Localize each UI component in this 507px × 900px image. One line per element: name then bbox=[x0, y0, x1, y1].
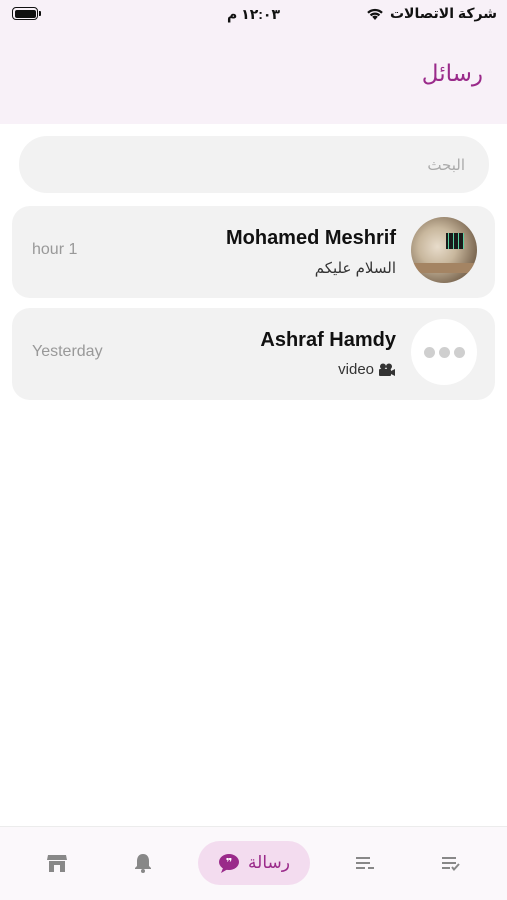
list-icon bbox=[356, 857, 374, 869]
tab-messages[interactable]: ❞ رسالة bbox=[198, 841, 310, 885]
tab-list[interactable] bbox=[348, 841, 382, 885]
message-preview-text: video bbox=[338, 361, 374, 378]
contact-name: Mohamed Meshrif bbox=[225, 227, 396, 249]
message-time: hour 1 bbox=[32, 241, 78, 258]
carrier-group: شركة الاتصالات bbox=[366, 5, 497, 22]
page-title: رسائل bbox=[421, 60, 483, 86]
avatar bbox=[411, 217, 477, 283]
wifi-icon bbox=[367, 8, 383, 20]
status-bar: ١٢:٠٣ م شركة الاتصالات bbox=[0, 0, 507, 30]
task-list-icon bbox=[442, 857, 460, 872]
conversation-item[interactable]: Ashraf Hamdy video Yesterday bbox=[12, 308, 495, 400]
default-avatar-icon bbox=[411, 319, 477, 385]
message-time: Yesterday bbox=[32, 343, 103, 360]
message-preview: video bbox=[338, 361, 396, 378]
svg-text:❞: ❞ bbox=[226, 856, 232, 869]
chat-bubble-icon: ❞ bbox=[219, 854, 240, 873]
message-preview-text: السلام عليكم bbox=[314, 260, 396, 277]
page-header: رسائل bbox=[0, 30, 507, 124]
bell-icon bbox=[135, 854, 151, 873]
tab-tasks[interactable] bbox=[434, 841, 468, 885]
tab-store[interactable] bbox=[40, 841, 74, 885]
tab-label: رسالة bbox=[248, 853, 290, 872]
bottom-tab-bar: ❞ رسالة bbox=[0, 826, 507, 900]
contact-name: Ashraf Hamdy bbox=[260, 329, 396, 351]
store-icon bbox=[47, 855, 67, 872]
message-preview: السلام عليكم bbox=[315, 259, 396, 277]
search-bar[interactable] bbox=[19, 136, 489, 193]
conversation-item[interactable]: Mohamed Meshrif السلام عليكم hour 1 bbox=[12, 206, 495, 298]
tab-notifications[interactable] bbox=[126, 841, 160, 885]
carrier-name: شركة الاتصالات bbox=[389, 5, 497, 21]
video-camera-icon bbox=[379, 363, 395, 376]
search-input[interactable] bbox=[19, 136, 489, 193]
